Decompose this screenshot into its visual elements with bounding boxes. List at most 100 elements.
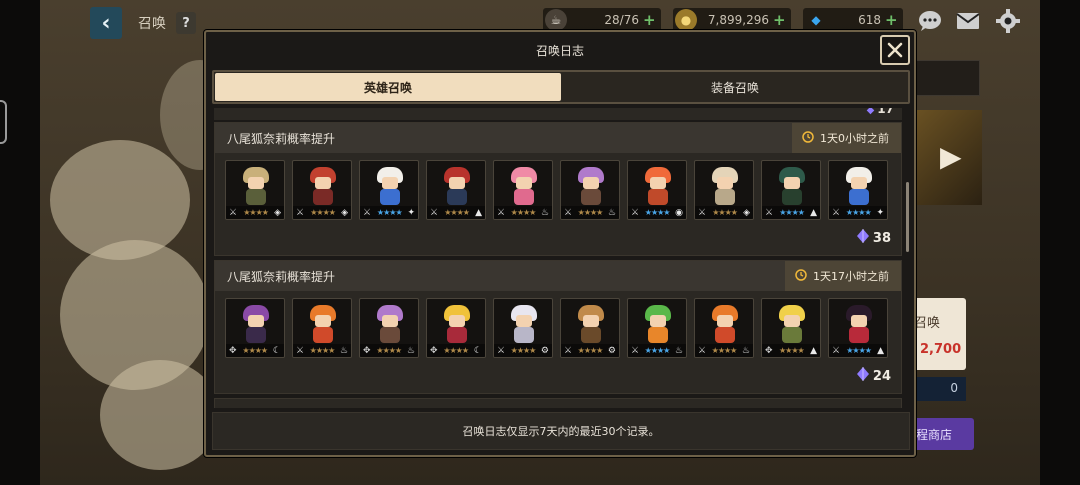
hero-sprite [241,305,271,345]
hero-face [516,177,532,189]
stamina-value: 28/76 [604,13,639,27]
gear-icon[interactable] [994,8,1022,34]
hero-info-bar: ⚔ ★★★★ ♨ [695,344,753,357]
hero-portrait[interactable]: ⚔ ★★★★ ✦ [359,160,419,220]
dialog-header: 召唤日志 [206,32,914,68]
role-icon: ⚔ [497,345,506,356]
chat-icon[interactable] [916,8,944,34]
add-gem-button[interactable]: + [885,11,899,29]
side-panel [912,60,980,96]
star-rating: ★★★★ [376,208,403,217]
record-time: 1天17小时之前 [785,261,901,291]
hero-sprite [777,167,807,207]
record-title: 八尾狐奈莉概率提升 [227,132,336,146]
hero-sprite [643,305,673,345]
crystal-icon [856,367,869,385]
mail-icon[interactable] [954,8,982,34]
star-rating: ★★★★ [778,346,805,355]
close-button[interactable] [880,35,910,65]
summon-card[interactable]: 召唤 2,700 [912,298,966,370]
hero-info-bar: ✥ ★★★★ ♨ [360,344,418,357]
role-icon: ⚔ [631,207,640,218]
tab-hero-summon[interactable]: 英雄召唤 [215,73,561,101]
element-icon: ♨ [674,345,683,356]
hero-portrait[interactable]: ⚔ ★★★★ ♨ [292,298,352,358]
hero-info-bar: ⚔ ★★★★ ◈ [695,206,753,219]
hero-row: ✥ ★★★★ ☾ ⚔ ★★★★ ♨ ✥ ★★★★ ♨ ✥ ★★★★ ☾ ⚔ ★★★★ ⚙ ⚔ ★★★★ ⚙ ⚔ ★★★… [225,298,888,358]
hero-portrait[interactable]: ⚔ ★★★★ ⚙ [560,298,620,358]
previous-count-value: 17 [877,108,894,116]
hero-portrait[interactable]: ⚔ ★★★★ ▲ [761,160,821,220]
element-icon: ◈ [274,207,281,218]
hero-body [648,189,668,205]
hero-portrait[interactable]: ⚔ ★★★★ ▲ [426,160,486,220]
hero-body [380,327,400,343]
help-button[interactable]: ? [176,12,196,34]
hero-portrait[interactable]: ✥ ★★★★ ♨ [359,298,419,358]
hero-portrait[interactable]: ⚔ ★★★★ ⚙ [493,298,553,358]
hero-info-bar: ⚔ ★★★★ ✦ [829,206,887,219]
hero-face [248,177,264,189]
crystal-icon: ◆ [866,108,875,116]
hero-face [516,315,532,327]
element-icon: ✦ [407,207,415,218]
log-list[interactable]: ◆ 17 八尾狐奈莉概率提升 1天0小时之前 ⚔ ★★★★ ◈ ⚔ ★★★★ ◈ ⚔ ★★★★ ✦… [214,108,902,408]
gem-value: 618 [858,13,881,27]
summon-card-label: 召唤 [914,316,941,331]
stamina-counter: ☕ 28/76 + [543,8,661,32]
hero-row: ⚔ ★★★★ ◈ ⚔ ★★★★ ◈ ⚔ ★★★★ ✦ ⚔ ★★★★ ▲ ⚔ ★★★★ ♨ ⚔ ★★★★ ♨ ⚔ ★★★… [225,160,888,220]
hero-portrait[interactable]: ✥ ★★★★ ▲ [761,298,821,358]
star-rating: ★★★★ [712,208,738,217]
star-rating: ★★★★ [644,208,671,217]
hero-portrait[interactable]: ✥ ★★★★ ☾ [426,298,486,358]
hero-portrait[interactable]: ✥ ★★★★ ☾ [225,298,285,358]
hero-portrait[interactable]: ⚔ ★★★★ ▲ [828,298,888,358]
hero-face [248,315,264,327]
record-title: 八尾狐奈莉概率提升 [227,270,336,284]
chevron-left-icon: ‹ [101,10,111,36]
hero-portrait[interactable]: ⚔ ★★★★ ♨ [560,160,620,220]
hero-info-bar: ⚔ ★★★★ ◈ [226,206,284,219]
element-icon: ◈ [743,207,750,218]
hero-portrait[interactable]: ⚔ ★★★★ ◈ [694,160,754,220]
hero-portrait[interactable]: ⚔ ★★★★ ◉ [627,160,687,220]
hero-body [581,327,601,343]
scrollbar[interactable] [906,182,909,252]
hero-face [650,315,666,327]
role-icon: ⚔ [363,207,372,218]
shop-button[interactable]: 程商店 [912,418,974,450]
hero-body [715,189,735,205]
role-icon: ⚔ [698,345,707,356]
star-rating: ★★★★ [443,346,469,355]
hero-body [447,189,467,205]
hero-portrait[interactable]: ⚔ ★★★★ ✦ [828,160,888,220]
hero-sprite [844,305,874,345]
hero-body [849,189,869,205]
add-gold-button[interactable]: + [773,11,787,29]
hero-portrait[interactable]: ⚔ ★★★★ ◈ [292,160,352,220]
play-icon[interactable]: ▶ [940,140,962,173]
add-stamina-button[interactable]: + [643,11,657,29]
hero-sprite [844,167,874,207]
star-rating: ★★★★ [711,346,738,355]
element-icon: ⚙ [607,345,616,356]
hero-sprite [375,167,405,207]
star-rating: ★★★★ [310,208,336,217]
back-button[interactable]: ‹ [90,7,122,39]
element-icon: ☾ [473,345,482,356]
hero-portrait[interactable]: ⚔ ★★★★ ♨ [493,160,553,220]
element-icon: ◉ [675,207,683,218]
hero-info-bar: ⚔ ★★★★ ◈ [293,206,351,219]
element-icon: ♨ [339,345,348,356]
hero-portrait[interactable]: ⚔ ★★★★ ♨ [627,298,687,358]
hero-portrait[interactable]: ⚔ ★★★★ ♨ [694,298,754,358]
summon-card-price: 2,700 [920,342,962,357]
hero-face [784,177,800,189]
hero-face [315,315,331,327]
tab-equipment-summon[interactable]: 装备召唤 [562,72,908,102]
edge-handle[interactable] [0,100,7,144]
hero-portrait[interactable]: ⚔ ★★★★ ◈ [225,160,285,220]
hero-sprite [777,305,807,345]
hero-body [782,327,802,343]
star-rating: ★★★★ [242,346,268,355]
